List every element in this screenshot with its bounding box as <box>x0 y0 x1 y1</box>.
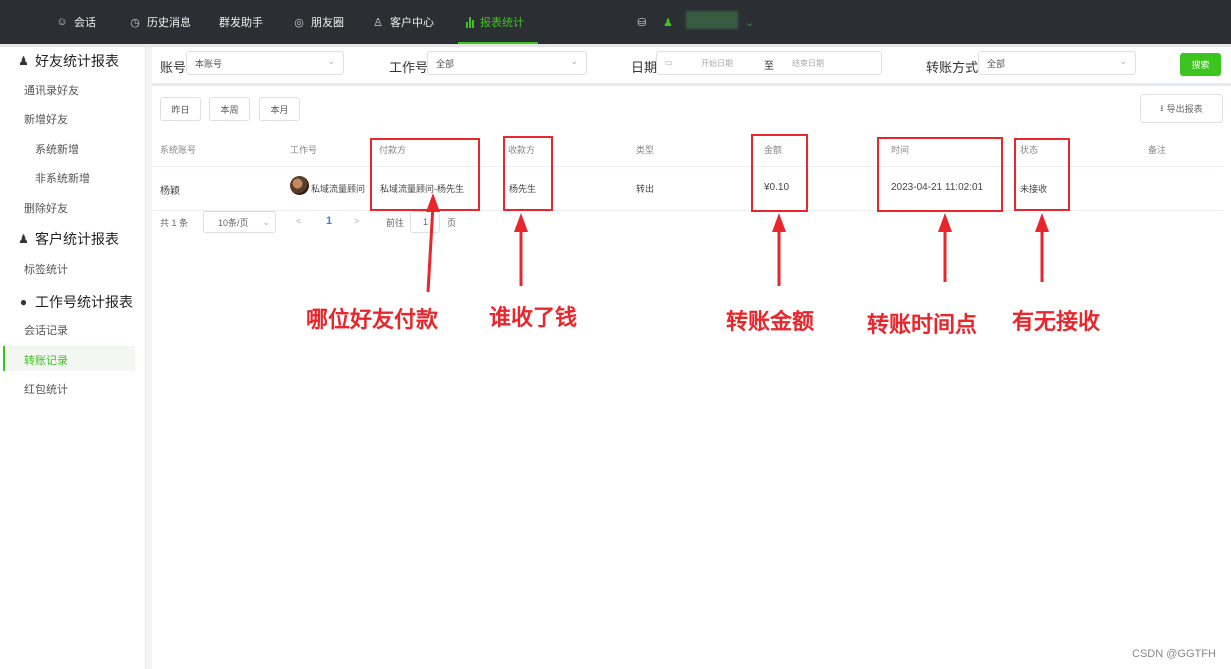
user-icon: ♟ <box>18 54 29 68</box>
bar-chart-icon <box>466 16 474 28</box>
arrow-amount-icon <box>772 213 786 232</box>
annotation-payee: 谁收了钱 <box>489 305 578 330</box>
highlight-box-time <box>877 137 1003 212</box>
export-report-button[interactable]: ⭳ 导出报表 <box>1140 94 1223 123</box>
col-header-worker: 工作号 <box>290 145 318 155</box>
user-icon: ♟ <box>18 232 29 246</box>
current-page[interactable]: 1 <box>326 215 332 227</box>
arrow-status-icon <box>1035 213 1049 232</box>
start-date-input[interactable]: 开始日期 <box>701 58 733 69</box>
database-button[interactable]: ⛁ <box>636 0 648 44</box>
arrow-payee-icon <box>514 213 528 232</box>
prev-page-button[interactable]: < <box>296 216 301 226</box>
highlight-box-payee <box>503 136 553 211</box>
moments-icon: ◎ <box>294 16 304 29</box>
col-header-type: 类型 <box>636 145 655 155</box>
blurred-username <box>686 11 738 29</box>
highlight-box-payer <box>370 138 480 211</box>
sidebar-item-non-system-new[interactable]: 非系统新增 <box>35 170 90 186</box>
sidebar-item-contacts[interactable]: 通讯录好友 <box>24 82 79 98</box>
sidebar-item-system-new[interactable]: 系统新增 <box>35 141 79 157</box>
download-icon: ⭳ <box>1160 102 1164 113</box>
end-date-input[interactable]: 结束日期 <box>792 58 824 69</box>
yesterday-button[interactable]: 昨日 <box>160 97 201 121</box>
next-page-button[interactable]: > <box>354 216 359 226</box>
nav-report-stats[interactable]: 报表统计 <box>458 0 538 44</box>
watermark: CSDN @GGTFH <box>1132 648 1216 660</box>
highlight-box-status <box>1014 138 1070 211</box>
goto-page-input[interactable]: 1 <box>410 211 440 233</box>
chevron-down-icon: ⌄ <box>1119 56 1127 66</box>
page-size-select[interactable]: 10条/页 ⌄ <box>203 211 276 233</box>
sidebar-item-tag-stats[interactable]: 标签统计 <box>24 261 68 277</box>
account-select[interactable]: 本账号 ⌄ <box>186 51 344 75</box>
user-icon: ♟ <box>663 16 673 29</box>
col-header-system-account: 系统账号 <box>160 145 197 155</box>
account-label: 账号 <box>160 60 187 75</box>
nav-broadcast[interactable]: 群发助手 <box>219 0 263 44</box>
arrow-time-icon <box>938 213 952 232</box>
sidebar-section-customer-stats[interactable]: ♟ 客户统计报表 <box>18 229 119 249</box>
top-nav-bar: ☺ 会话 ◷ 历史消息 群发助手 ◎ 朋友圈 ♙ 客户中心 报表统计 ⛁ ♟ ⌄ <box>0 0 1231 44</box>
account-menu[interactable]: ♟ <box>662 0 674 44</box>
chat-icon: ☺ <box>56 16 68 28</box>
sidebar-section-worker-stats[interactable]: ● 工作号统计报表 <box>18 292 133 312</box>
sidebar-active-indicator <box>3 346 135 371</box>
sidebar-item-deleted-friends[interactable]: 删除好友 <box>24 200 68 216</box>
nav-chat[interactable]: ☺ 会话 <box>56 0 96 44</box>
user-icon: ♙ <box>373 16 383 29</box>
worker-label: 工作号 <box>389 60 429 75</box>
nav-moments[interactable]: ◎ 朋友圈 <box>293 0 344 44</box>
goto-label: 前往 <box>386 218 405 228</box>
wechat-icon: ● <box>19 295 28 309</box>
pagination-total: 共 1 条 <box>160 218 189 228</box>
this-week-button[interactable]: 本周 <box>209 97 250 121</box>
account-chevron-down-icon[interactable]: ⌄ <box>745 0 754 44</box>
filter-bar: 账号 本账号 ⌄ 工作号 全部 ⌄ 日期 ▭ 开始日期 至 结束日期 转账方式 … <box>152 47 1231 85</box>
highlight-box-amount <box>751 134 808 212</box>
transfer-method-select[interactable]: 全部 ⌄ <box>978 51 1136 75</box>
date-range-picker[interactable]: ▭ 开始日期 至 结束日期 <box>656 51 882 75</box>
filter-divider <box>152 83 1231 86</box>
page-suffix-label: 页 <box>447 218 457 228</box>
annotation-status: 有无接收 <box>1012 309 1101 334</box>
worker-select[interactable]: 全部 ⌄ <box>427 51 587 75</box>
annotation-payer: 哪位好友付款 <box>306 307 439 332</box>
chevron-down-icon: ⌄ <box>570 56 578 66</box>
search-button[interactable]: 搜索 <box>1180 53 1221 76</box>
chevron-down-icon: ⌄ <box>262 216 270 227</box>
sidebar-divider <box>146 47 152 669</box>
this-month-button[interactable]: 本月 <box>259 97 300 121</box>
date-label: 日期 <box>631 60 658 75</box>
cell-system-account: 杨颖 <box>160 186 180 197</box>
col-header-note: 备注 <box>1148 145 1167 155</box>
nav-customer-center[interactable]: ♙ 客户中心 <box>372 0 434 44</box>
sidebar-section-friend-stats[interactable]: ♟ 好友统计报表 <box>18 51 119 71</box>
avatar <box>290 176 309 195</box>
transfer-method-label: 转账方式 <box>926 60 979 75</box>
sidebar-item-transfer-records[interactable]: 转账记录 <box>24 352 68 368</box>
nav-history[interactable]: ◷ 历史消息 <box>129 0 191 44</box>
cell-type: 转出 <box>636 184 655 194</box>
cell-worker: 私域流量顾问 <box>311 184 366 194</box>
database-icon: ⛁ <box>637 16 647 29</box>
calendar-icon: ▭ <box>665 58 673 67</box>
date-separator: 至 <box>764 61 774 72</box>
sidebar-item-new-friends[interactable]: 新增好友 <box>24 111 68 127</box>
annotation-time: 转账时间点 <box>867 312 978 337</box>
annotation-amount: 转账金额 <box>726 309 815 334</box>
sidebar-item-red-packet-stats[interactable]: 红包统计 <box>24 381 68 397</box>
clock-icon: ◷ <box>130 16 140 29</box>
sidebar-item-chat-records[interactable]: 会话记录 <box>24 322 68 338</box>
chevron-down-icon: ⌄ <box>327 56 335 66</box>
